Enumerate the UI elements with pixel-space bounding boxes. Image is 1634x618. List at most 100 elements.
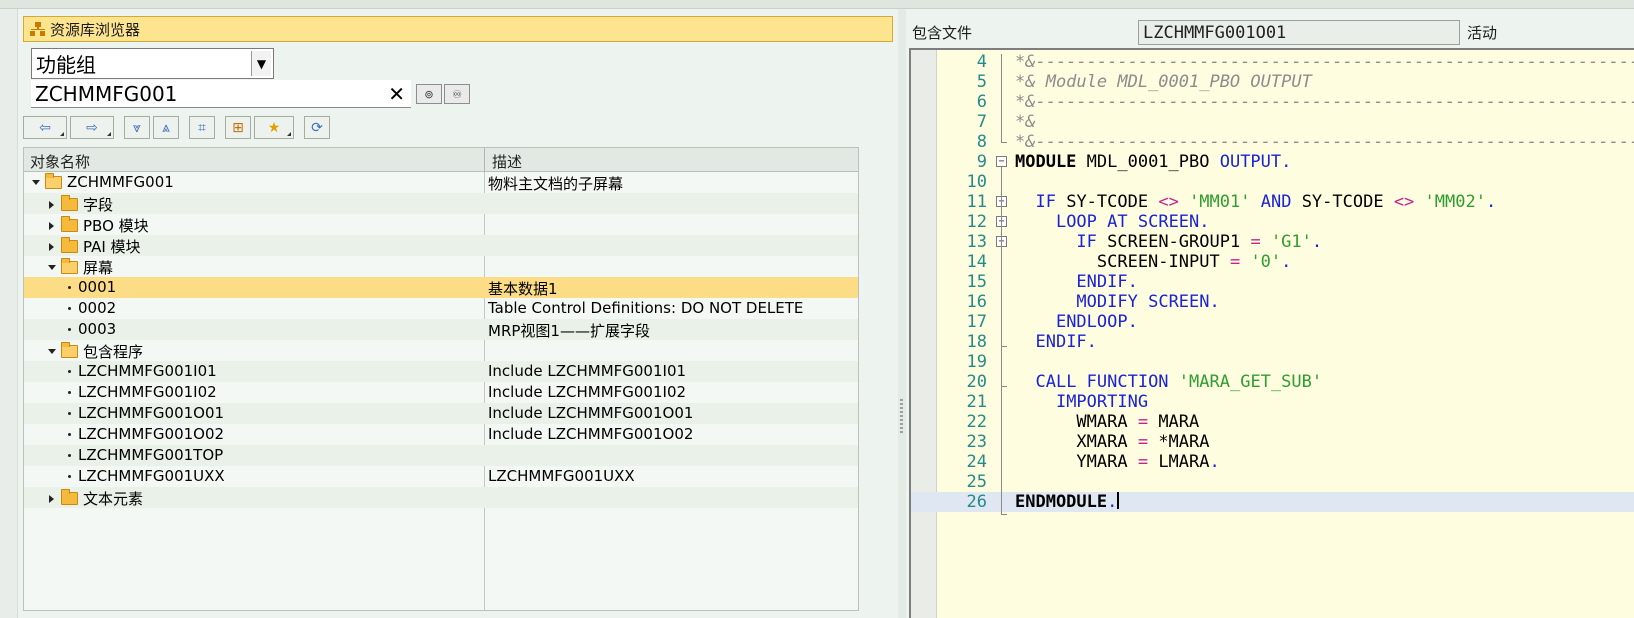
fold-guide-end [1001, 346, 1007, 347]
line-number: 25 [966, 472, 987, 492]
object-name-input[interactable]: ZCHMMFG001 ✕ [31, 80, 411, 108]
code-line[interactable]: 19 [911, 352, 1634, 372]
code-line[interactable]: 16 MODIFY SCREEN. [911, 292, 1634, 312]
fold-guide-end [1001, 386, 1007, 387]
tree-row-pbo-modules[interactable]: PBO 模块 [24, 214, 858, 235]
include-label: 包含文件 [912, 24, 973, 42]
collapsed-icon[interactable] [49, 494, 54, 503]
code-line[interactable]: 22 WMARA = MARA [911, 412, 1634, 432]
code-text: ENDLOOP. [1055, 312, 1138, 332]
tree-node-label: 屏幕 [83, 259, 114, 277]
tree-node-description: 物料主文档的子屏幕 [488, 175, 624, 193]
hierarchy-button[interactable]: ⊞ [225, 116, 251, 139]
find-button[interactable]: ⌗ [189, 116, 215, 139]
code-line[interactable]: 24 YMARA = LMARA. [911, 452, 1634, 472]
tree-row-include-top[interactable]: LZCHMMFG001TOP [24, 445, 858, 466]
tree-row-include-uxx[interactable]: LZCHMMFG001UXX LZCHMMFG001UXX [24, 466, 858, 487]
left-gutter [0, 9, 18, 618]
tree-node-label: PAI 模块 [83, 238, 141, 256]
line-number: 9 [976, 152, 987, 172]
expand-all-button[interactable]: ⩔ [124, 116, 150, 139]
tree-row-include-i01[interactable]: LZCHMMFG001I01 Include LZCHMMFG001I01 [24, 361, 858, 382]
column-header-name[interactable]: 对象名称 [30, 151, 90, 172]
code-line[interactable]: 7 *& [911, 112, 1634, 132]
tree-row-include-o01[interactable]: LZCHMMFG001O01 Include LZCHMMFG001O01 [24, 403, 858, 424]
code-line[interactable]: 23 XMARA = *MARA [911, 432, 1634, 452]
column-header-description[interactable]: 描述 [492, 151, 522, 172]
code-line[interactable]: 14 SCREEN-INPUT = '0'. [911, 252, 1634, 272]
code-line[interactable]: 6 *&-------------------------------------… [911, 92, 1634, 112]
expanded-icon[interactable] [48, 265, 56, 270]
code-line[interactable]: 25 [911, 472, 1634, 492]
code-line[interactable]: 9 MODULE MDL_0001_PBO OUTPUT. − [911, 152, 1634, 172]
code-line[interactable]: 5 *& Module MDL_0001_PBO OUTPUT [911, 72, 1634, 92]
code-line[interactable]: 10 [911, 172, 1634, 192]
object-type-select[interactable]: 功能组 ▼ [31, 48, 274, 79]
program-status: 活动 [1467, 24, 1498, 42]
code-text: MODULE MDL_0001_PBO OUTPUT. [1015, 152, 1292, 172]
folder-icon [61, 195, 78, 211]
fold-toggle-icon[interactable]: − [996, 156, 1007, 167]
fold-guide-end [1001, 142, 1007, 143]
glasses-button[interactable]: ♾ [444, 84, 470, 104]
back-button[interactable]: ⇦ [23, 116, 67, 139]
favorites-button[interactable]: ★ [254, 116, 294, 139]
tree-node-description: Include LZCHMMFG001I01 [488, 362, 687, 380]
refresh-button[interactable]: ⟳ [304, 116, 330, 139]
tree-row-text-elements[interactable]: 文本元素 [24, 487, 858, 508]
collapsed-icon[interactable] [49, 221, 54, 230]
tree-row-screen-0002[interactable]: 0002 Table Control Definitions: DO NOT D… [24, 298, 858, 319]
forward-button[interactable]: ⇨ [70, 116, 114, 139]
tree-row-screen-0003[interactable]: 0003 MRP视图1——扩展字段 [24, 319, 858, 340]
expanded-icon[interactable] [48, 349, 56, 354]
code-line[interactable]: 8 *&-------------------------------------… [911, 132, 1634, 152]
tree-row-includes[interactable]: 包含程序 [24, 340, 858, 361]
code-text: IF SY-TCODE <> 'MM01' AND SY-TCODE <> 'M… [1035, 192, 1497, 212]
tree-row-fields[interactable]: 字段 [24, 193, 858, 214]
expanded-icon[interactable] [32, 179, 40, 185]
line-number: 18 [966, 332, 987, 352]
collapsed-icon[interactable] [49, 242, 54, 251]
include-name-field: LZCHMMFG001O01 [1138, 20, 1460, 45]
code-line[interactable]: 21 IMPORTING [911, 392, 1634, 412]
glasses-icon: ♾ [452, 87, 462, 101]
code-line[interactable]: 17 ENDLOOP. [911, 312, 1634, 332]
splitter-grip-icon[interactable] [900, 399, 903, 433]
tree-node-label: LZCHMMFG001I02 [78, 383, 217, 401]
fold-guide-end [1001, 514, 1007, 515]
tree-node-label: 0003 [78, 320, 117, 338]
tree-row-include-i02[interactable]: LZCHMMFG001I02 Include LZCHMMFG001I02 [24, 382, 858, 403]
chevron-down-icon[interactable]: ▼ [251, 51, 271, 76]
tree-node-description: Table Control Definitions: DO NOT DELETE [488, 299, 804, 317]
tree-node-label: PBO 模块 [83, 217, 149, 235]
display-button[interactable]: ⊚ [416, 84, 442, 104]
code-line[interactable]: 11 IF SY-TCODE <> 'MM01' AND SY-TCODE <>… [911, 192, 1634, 212]
code-line[interactable]: 26 ENDMODULE. [911, 492, 1634, 512]
tree-row-include-o02[interactable]: LZCHMMFG001O02 Include LZCHMMFG001O02 [24, 424, 858, 445]
collapse-all-button[interactable]: ⩓ [153, 116, 179, 139]
code-editor[interactable]: 4 *&-------------------------------------… [909, 48, 1634, 618]
fold-guide [1001, 54, 1002, 142]
folder-icon [61, 237, 78, 253]
tree-header: 对象名称 描述 [24, 148, 858, 172]
code-line[interactable]: 20 CALL FUNCTION 'MARA_GET_SUB' [911, 372, 1634, 392]
code-line[interactable]: 13 IF SCREEN-GROUP1 = 'G1'.− [911, 232, 1634, 252]
code-line[interactable]: 18 ENDIF. [911, 332, 1634, 352]
line-number: 10 [966, 172, 987, 192]
code-text: CALL FUNCTION 'MARA_GET_SUB' [1035, 372, 1323, 392]
code-text: IMPORTING [1055, 392, 1149, 412]
line-number: 6 [976, 92, 987, 112]
tree-row-screen-0001[interactable]: 0001 基本数据1 [24, 277, 858, 298]
line-number: 12 [966, 212, 987, 232]
tree-node-label: LZCHMMFG001UXX [78, 467, 225, 485]
clear-icon[interactable]: ✕ [388, 82, 405, 106]
code-line[interactable]: 15 ENDIF. [911, 272, 1634, 292]
collapsed-icon[interactable] [49, 200, 54, 209]
tree-node-description: Include LZCHMMFG001O02 [488, 425, 694, 443]
code-line[interactable]: 4 *&-------------------------------------… [911, 52, 1634, 72]
pane-splitter[interactable] [898, 9, 906, 618]
tree-row-pai-modules[interactable]: PAI 模块 [24, 235, 858, 256]
code-line[interactable]: 12 LOOP AT SCREEN.− [911, 212, 1634, 232]
tree-row-screens[interactable]: 屏幕 [24, 256, 858, 277]
tree-row-root[interactable]: ZCHMMFG001 物料主文档的子屏幕 [24, 172, 858, 193]
